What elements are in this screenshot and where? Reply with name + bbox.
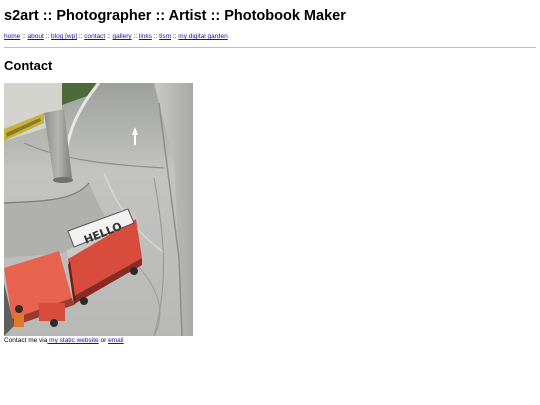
nav-link-digital-garden[interactable]: my digital garden xyxy=(178,33,228,40)
nav-link-home[interactable]: home xyxy=(4,33,20,40)
page-heading: Contact xyxy=(4,58,53,73)
nav-link-blog[interactable]: blog [wp] xyxy=(51,33,77,40)
site-title: s2art :: Photographer :: Artist :: Photo… xyxy=(4,8,346,24)
static-website-link[interactable]: my static website xyxy=(47,337,99,344)
email-link[interactable]: email xyxy=(108,337,124,344)
contact-or: or xyxy=(98,337,109,344)
contact-line: Contact me via my static website or emai… xyxy=(4,336,124,346)
nav-link-about[interactable]: about xyxy=(28,33,44,40)
nav-link-tism[interactable]: tism xyxy=(159,33,171,40)
nav-link-gallery[interactable]: gallery xyxy=(112,33,131,40)
contact-prefix: Contact me via xyxy=(4,337,48,344)
nav-link-contact[interactable]: contact xyxy=(84,33,105,40)
nav-link-links[interactable]: links xyxy=(139,33,152,40)
page: s2art :: Photographer :: Artist :: Photo… xyxy=(0,0,540,405)
header-divider xyxy=(4,47,536,48)
nav-bar: home :: about :: blog [wp] :: contact ::… xyxy=(4,32,228,42)
contact-photo: HELLO xyxy=(4,83,193,336)
